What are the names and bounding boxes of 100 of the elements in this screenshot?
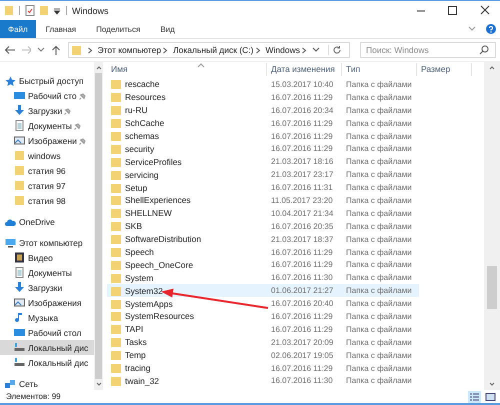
sidebar-item[interactable]: windows [0,148,94,163]
scrollbar-thumb[interactable] [487,266,497,309]
file-row[interactable]: SKB 16.07.2016 20:35 Папка с файлами [107,220,419,233]
search-input[interactable]: Поиск: Windows [363,45,479,55]
folder-icon [111,376,121,386]
breadcrumb-link[interactable]: Локальный диск (C:) [173,45,254,55]
sidebar-item[interactable]: Загрузки [0,103,94,118]
file-row[interactable]: twain_32 16.07.2016 11:30 Папка с файлами [107,374,419,388]
file-row[interactable]: ServiceProfiles 21.03.2017 18:16 Папка с файлами [107,155,419,168]
sidebar-item[interactable]: Изображения [0,295,94,310]
type-cell-text: Папка с файлами [345,376,413,386]
type-cell-text: Папка с файлами [345,273,413,282]
file-row[interactable]: rescache 15.03.2017 10:40 Папка с файлами [107,78,419,91]
chevron-icon[interactable] [254,46,261,54]
file-row[interactable]: servicing 21.03.2017 23:17 Папка с файлами [107,168,419,182]
date-cell-text: 16.07.2016 11:29 [270,260,334,270]
breadcrumb-link[interactable]: Этот компьютер [98,45,162,55]
column-header[interactable]: Дата изменения [267,63,342,76]
address-bar[interactable]: Этот компьютер Локальный диск (C:) Windows [68,42,350,58]
pin-icon[interactable] [64,106,72,114]
scrollbar[interactable] [484,62,500,390]
type-cell-text: Папка с файлами [345,260,413,270]
chevron-icon[interactable] [86,46,92,54]
sidebar-item[interactable]: Документы [0,265,94,280]
dropdown-icon[interactable] [53,6,61,14]
ribbon-tab[interactable]: Поделиться [86,20,150,38]
sort-caret-icon [197,63,205,68]
file-row[interactable]: ru-RU 16.07.2016 20:34 Папка с файлами [107,104,419,117]
sidebar-item[interactable]: Рабочий сто [0,88,94,103]
ribbon-tab[interactable]: Вид [150,20,185,38]
file-row[interactable]: Speech_OneCore 16.07.2016 11:29 Папка с файлами [107,258,419,272]
sidebar-item[interactable]: Сеть [0,376,94,390]
file-row[interactable]: TAPI 16.07.2016 11:29 Папка с файлами [107,322,419,336]
sidebar-item[interactable]: Видео [0,250,94,265]
ribbon-tab[interactable]: Файл [0,20,36,38]
file-name: SHELLNEW [125,208,172,218]
sidebar-item[interactable]: Музыка [0,310,94,325]
file-row[interactable]: ShellExperiences 11.05.2017 23:20 Папка с файлами [107,194,419,207]
chevron-icon[interactable] [162,46,168,54]
file-row[interactable]: Resources 16.07.2016 11:29 Папка с файлами [107,90,419,104]
sidebar-item[interactable]: Быстрый доступ [0,73,94,88]
sidebar-item[interactable]: Локальный дис [0,340,94,355]
column-header[interactable]: Тип [342,63,417,76]
help-icon[interactable] [486,24,496,34]
scroll-down-icon[interactable] [96,382,102,387]
sidebar-item[interactable]: Загрузки [0,280,94,295]
date-cell-text: 16.07.2016 20:40 [270,299,334,308]
file-row[interactable]: security 16.07.2016 11:29 Папка с файлами [107,142,419,156]
sidebar-item[interactable]: статия 97 [0,178,94,193]
scroll-down-icon[interactable] [489,382,495,387]
sidebar-item[interactable]: Изображени [0,133,94,148]
file-row[interactable]: SchCache 16.07.2016 11:29 Папка с файлами [107,116,419,130]
date-cell-text: 16.07.2016 11:30 [270,273,334,282]
pin-icon[interactable] [78,136,87,144]
up-icon[interactable] [50,44,60,56]
column-header[interactable]: Имя [107,63,267,76]
file-row[interactable]: SystemResources 16.07.2016 11:29 Папка с файлами [107,310,419,323]
pin-icon[interactable] [74,122,82,130]
dropdown-icon[interactable] [312,47,320,53]
ribbon-tab[interactable]: Главная [36,20,86,38]
scroll-up-icon[interactable] [96,65,102,70]
file-row[interactable]: schemas 16.07.2016 11:29 Папка с файлами [107,130,419,142]
pin-icon[interactable] [78,92,87,100]
file-name: Resources [125,92,166,102]
sidebar-item[interactable]: Рабочий стол [0,325,94,340]
file-row[interactable]: System32 01.06.2017 21:27 Папка с файлами [107,284,419,298]
sidebar-item[interactable]: OneDrive [0,214,94,229]
sidebar-item[interactable]: Этот компьютер [0,235,94,250]
file-row[interactable]: Speech 16.07.2016 11:29 Папка с файлами [107,246,419,258]
large-icons-view-icon[interactable] [484,390,497,402]
file-name: Setup [125,182,148,193]
file-row[interactable]: tracing 16.07.2016 11:29 Папка с файлами [107,362,419,374]
file-row[interactable]: Setup 16.07.2016 11:31 Папка с файлами [107,181,419,194]
date-cell-text: 16.07.2016 20:35 [270,222,334,231]
file-row[interactable]: Tasks 21.03.2017 20:09 Папка с файлами [107,336,419,349]
details-view-icon[interactable] [468,390,481,402]
scrollbar[interactable] [94,62,103,390]
sidebar-item[interactable]: статия 96 [0,163,94,178]
file-row[interactable]: System 16.07.2016 11:30 Папка с файлами [107,271,419,284]
file-row[interactable]: Temp 02.06.2017 19:05 Папка с файлами [107,348,419,362]
sidebar-item[interactable]: Локальный дис [0,355,94,370]
back-icon[interactable] [4,45,15,55]
column-header[interactable]: Размер [417,63,472,76]
properties-icon[interactable] [25,5,35,16]
breadcrumb-link[interactable]: Windows [266,45,300,55]
search-field[interactable]: Поиск: Windows [360,42,496,58]
chevron-icon[interactable] [301,46,307,54]
sidebar-item[interactable]: статия 98 [0,193,94,208]
recent-dropdown-icon[interactable] [37,47,45,53]
date-cell-text: 16.07.2016 11:29 [270,324,334,334]
file-row[interactable]: SHELLNEW 10.04.2017 21:34 Папка с файлами [107,206,419,220]
type-cell-text: Папка с файлами [345,183,413,192]
scrollbar-thumb[interactable] [95,73,102,379]
refresh-icon[interactable] [328,45,342,55]
expand-ribbon-icon[interactable] [468,26,476,32]
search-icon[interactable] [479,45,489,55]
scroll-up-icon[interactable] [489,65,495,70]
sidebar-item[interactable]: Документы [0,118,94,133]
file-row[interactable]: SystemApps 16.07.2016 20:40 Папка с файлами [107,297,419,310]
file-row[interactable]: SoftwareDistribution 21.03.2017 18:37 Папка с файлами [107,232,419,246]
